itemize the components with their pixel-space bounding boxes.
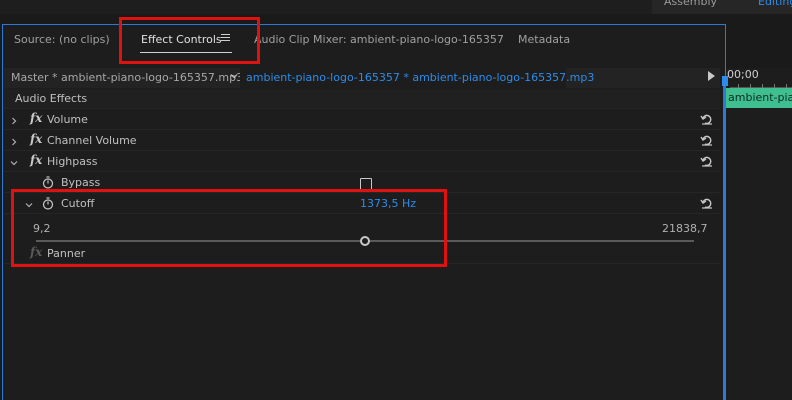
chevron-down-icon[interactable]	[10, 157, 18, 166]
active-tab-underline	[140, 52, 232, 53]
tab-source[interactable]: Source: (no clips)	[14, 33, 110, 46]
slider-min-label: 9,2	[33, 222, 51, 235]
slider-max-label: 21838,7	[662, 222, 708, 235]
playhead-line[interactable]	[723, 86, 725, 400]
effect-row-highpass[interactable]: fx Highpass	[4, 152, 720, 172]
panel-tabs: Source: (no clips) Effect Controls Audio…	[0, 26, 726, 54]
effect-row-volume[interactable]: fx Volume	[4, 110, 720, 130]
param-row-cutoff: Cutoff 1373,5 Hz	[4, 194, 720, 214]
effect-label: Channel Volume	[47, 134, 137, 147]
active-clip-label[interactable]: ambient-piano-logo-165357 * ambient-pian…	[240, 68, 594, 88]
panel-menu-icon[interactable]	[221, 34, 230, 41]
tab-audio-clip-mixer[interactable]: Audio Clip Mixer: ambient-piano-logo-165…	[254, 33, 504, 46]
workspace-editing[interactable]: Editing	[758, 0, 792, 8]
clip-selector-bar: Master * ambient-piano-logo-165357.mp3 a…	[4, 68, 720, 88]
chevron-right-icon[interactable]	[10, 115, 18, 125]
param-row-bypass: Bypass	[4, 173, 720, 193]
timeline-clip[interactable]: ambient-piano-logo-165357.mp3	[726, 88, 792, 108]
fx-icon: fx	[30, 245, 43, 259]
bypass-checkbox[interactable]	[360, 178, 372, 190]
effect-label: Volume	[47, 113, 88, 126]
play-triangle-icon[interactable]	[708, 71, 715, 81]
param-label: Cutoff	[61, 197, 95, 210]
chevron-right-icon[interactable]	[10, 136, 18, 146]
timecode-display: 00;00	[727, 68, 759, 81]
effect-row-panner[interactable]: fx Panner	[4, 244, 720, 264]
reset-icon[interactable]	[700, 155, 714, 167]
reset-icon[interactable]	[700, 134, 714, 146]
fx-icon: fx	[30, 153, 43, 167]
tab-metadata[interactable]: Metadata	[518, 33, 570, 46]
workspace-assembly[interactable]: Assembly	[664, 0, 717, 8]
effect-label: Panner	[47, 247, 86, 260]
stopwatch-icon[interactable]	[42, 176, 54, 189]
reset-icon[interactable]	[700, 113, 714, 125]
cutoff-value[interactable]: 1373,5 Hz	[360, 197, 416, 210]
effect-row-channel-volume[interactable]: fx Channel Volume	[4, 131, 720, 151]
reset-icon[interactable]	[700, 197, 714, 209]
tab-effect-controls[interactable]: Effect Controls	[141, 33, 222, 46]
stopwatch-icon[interactable]	[42, 197, 54, 210]
audio-effects-header: Audio Effects	[4, 89, 720, 109]
chevron-down-icon[interactable]	[25, 199, 33, 208]
effect-label: Highpass	[47, 155, 98, 168]
section-title: Audio Effects	[15, 92, 88, 105]
timeline-mini-view	[726, 68, 792, 400]
fx-icon: fx	[30, 132, 43, 146]
fx-icon: fx	[30, 111, 43, 125]
param-label: Bypass	[61, 176, 101, 189]
master-clip-label[interactable]: Master * ambient-piano-logo-165357.mp3	[11, 71, 243, 84]
playhead-handle[interactable]	[722, 76, 728, 86]
workspace-switcher: Assembly Editing	[652, 0, 792, 14]
chevron-down-icon[interactable]	[230, 72, 238, 80]
